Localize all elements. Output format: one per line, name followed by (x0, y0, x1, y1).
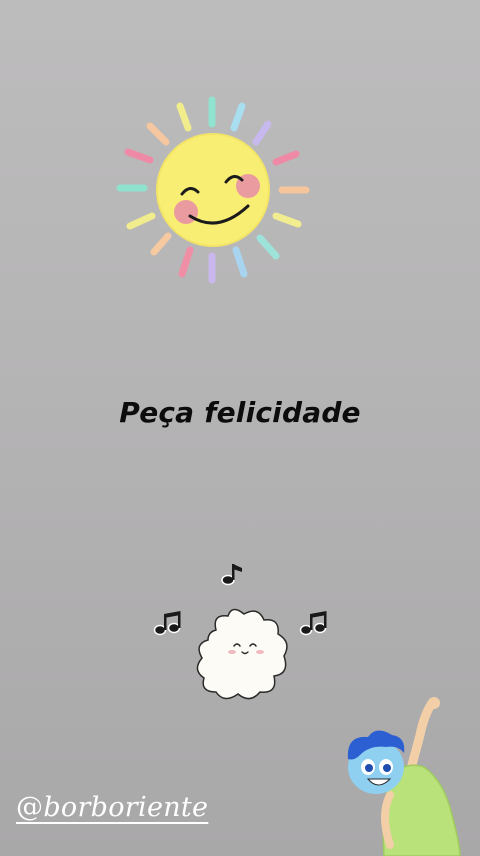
username-mention[interactable]: @borboriente (16, 792, 208, 823)
username-text: borboriente (43, 792, 209, 823)
joy-sticker[interactable] (340, 695, 480, 856)
cloud-cheek (228, 650, 236, 654)
cloud-body (196, 608, 288, 700)
story-caption[interactable]: Peça felicidade (0, 396, 480, 429)
music-note-icon (221, 564, 242, 586)
left-cheek (174, 200, 198, 224)
joy-arm (407, 698, 437, 770)
at-icon: @ (16, 792, 44, 823)
cloud-cheek (256, 650, 264, 654)
music-note-icon (299, 611, 327, 636)
joy-hand (428, 697, 440, 709)
story-canvas: Peça felicidade @borboriente (0, 0, 480, 856)
music-note-icon (153, 611, 181, 636)
cloud-sticker[interactable] (150, 558, 340, 718)
sun-sticker[interactable] (110, 90, 320, 290)
